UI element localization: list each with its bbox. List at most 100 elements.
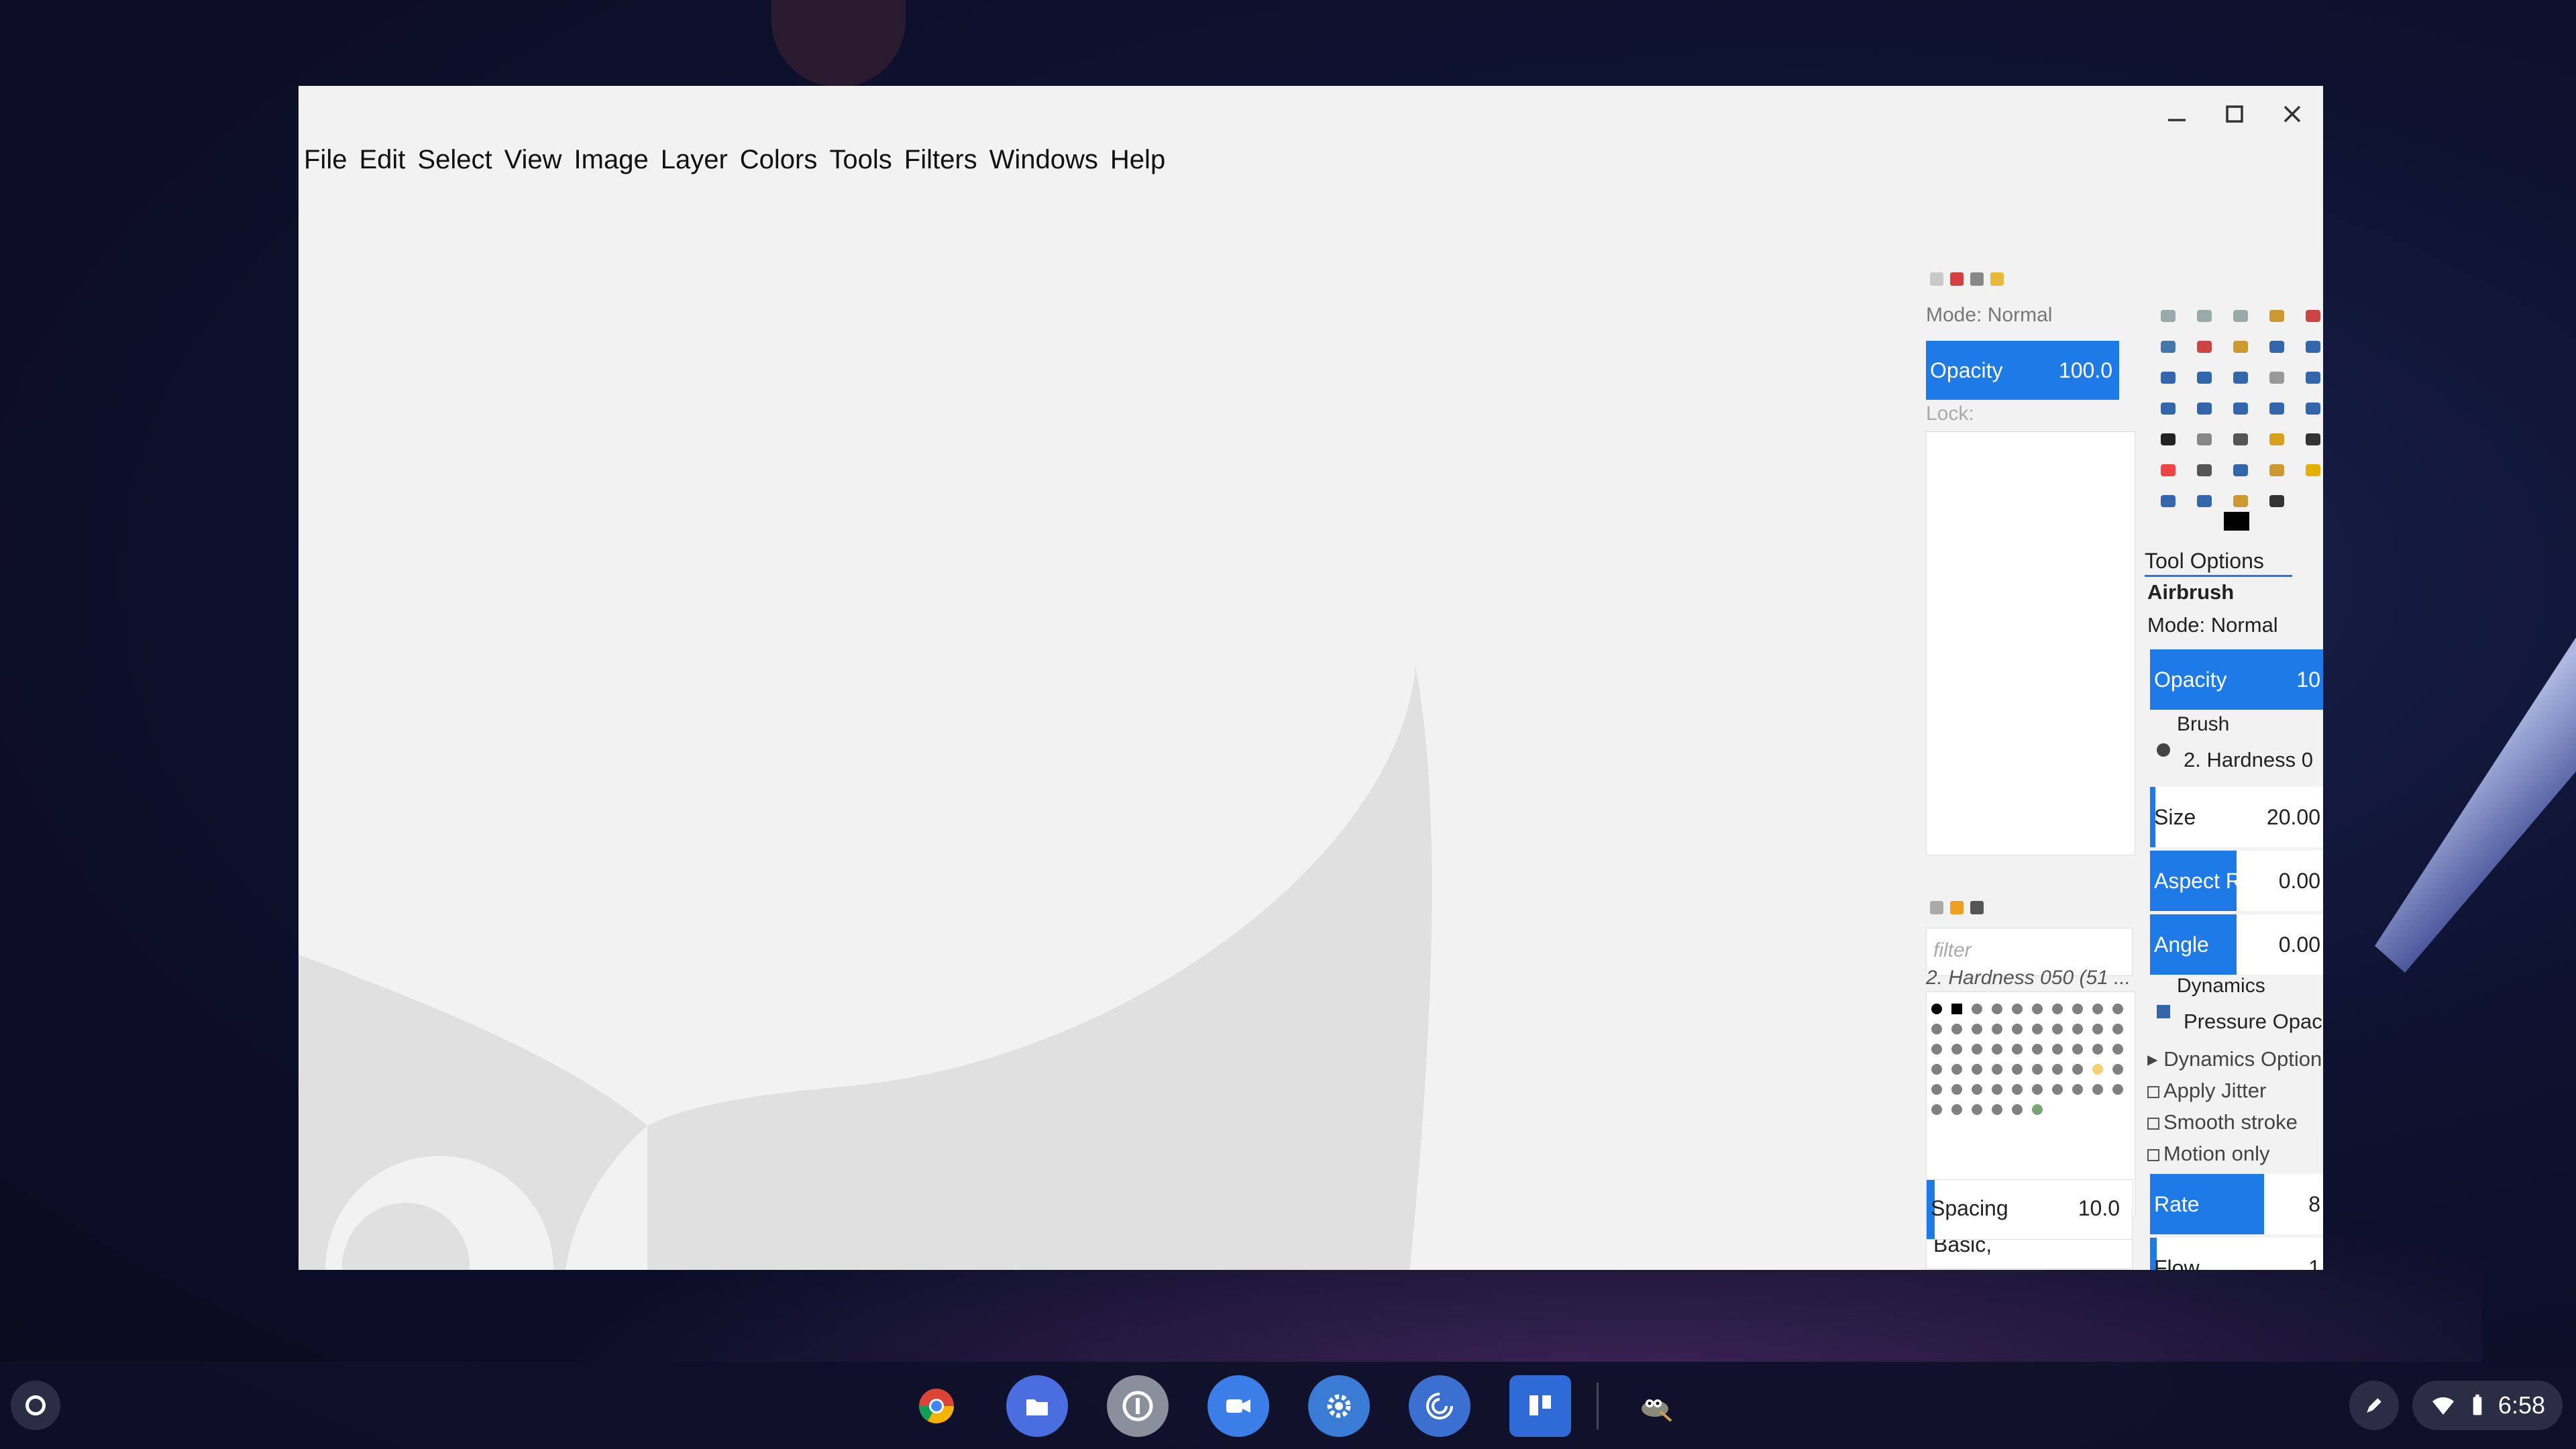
- spacing-label: Spacing: [1931, 1196, 2008, 1220]
- pen-icon: [2367, 1398, 2381, 1413]
- brushes-tabs: [1930, 901, 1984, 914]
- spiral-app[interactable]: [1409, 1375, 1470, 1437]
- rate-slider[interactable]: Rate 8: [2150, 1174, 2323, 1234]
- brush-thumbnails[interactable]: [1927, 999, 2128, 1160]
- maximize-icon: [2226, 105, 2243, 123]
- gimp-icon: [1642, 1399, 1672, 1422]
- tool-opacity-label: Opacity: [2154, 667, 2227, 692]
- apply-jitter-label: Apply Jitter: [2163, 1079, 2267, 1102]
- minimize-icon: [2168, 119, 2186, 121]
- tool-name: Airbrush: [2147, 580, 2235, 604]
- toolbox-grid: [2151, 301, 2323, 517]
- system-tray-button[interactable]: 6:58: [2412, 1381, 2563, 1430]
- tool-options-tab-label: Tool Options: [2145, 549, 2264, 573]
- angle-slider[interactable]: Angle 0.00: [2150, 914, 2323, 975]
- layer-opacity-slider[interactable]: Opacity 100.0: [1926, 341, 2119, 400]
- 1password-icon: [1122, 1391, 1153, 1421]
- wallpaper-ribbon: [2375, 637, 2576, 973]
- dynamics-value[interactable]: Pressure Opac: [2184, 1010, 2322, 1034]
- launcher-button[interactable]: [11, 1381, 60, 1430]
- size-value: 20.00: [2266, 804, 2320, 829]
- minimize-button[interactable]: [2159, 97, 2194, 131]
- brush-label: Brush: [2177, 713, 2230, 735]
- menu-edit[interactable]: Edit: [359, 145, 405, 175]
- flow-label: Flow: [2154, 1255, 2200, 1271]
- menu-bar: File Edit Select View Image Layer Colors…: [304, 145, 1165, 175]
- flow-value: 1: [2308, 1255, 2320, 1271]
- size-slider[interactable]: Size 20.00: [2150, 787, 2323, 847]
- brush-value[interactable]: 2. Hardness 0: [2184, 748, 2313, 772]
- layers-tab-icon[interactable]: [1930, 272, 1943, 286]
- chrome-app[interactable]: [906, 1375, 967, 1437]
- smooth-stroke-checkbox[interactable]: Smooth stroke: [2147, 1110, 2298, 1134]
- files-app[interactable]: [1006, 1375, 1068, 1437]
- spacing-slider[interactable]: Spacing 10.0: [1926, 1179, 2133, 1240]
- app-icon: [1426, 1393, 1453, 1419]
- brushes-tab-icon[interactable]: [1930, 901, 1943, 914]
- gimp-app[interactable]: [1624, 1375, 1686, 1437]
- menu-view[interactable]: View: [504, 145, 562, 175]
- motion-only-checkbox[interactable]: Motion only: [2147, 1142, 2270, 1166]
- dynamics-icon[interactable]: [2157, 1005, 2170, 1018]
- brush-preview-icon[interactable]: [2157, 743, 2170, 757]
- tool-opacity-slider[interactable]: Opacity 10: [2150, 649, 2323, 710]
- aspect-ratio-slider[interactable]: Aspect R.. 0.00: [2150, 851, 2323, 911]
- tool-mode-label: Mode:: [2147, 613, 2206, 637]
- aspect-label: Aspect R..: [2154, 868, 2253, 893]
- close-button[interactable]: [2275, 97, 2310, 131]
- layers-list[interactable]: [1926, 431, 2135, 855]
- maximize-button[interactable]: [2217, 97, 2252, 131]
- trello-app[interactable]: [1509, 1375, 1571, 1437]
- chrome-icon: [919, 1389, 954, 1424]
- launcher-icon: [25, 1395, 46, 1415]
- spacing-value: 10.0: [2078, 1196, 2120, 1220]
- layer-mode-value[interactable]: Normal: [1988, 304, 2053, 326]
- flow-slider[interactable]: Flow 1: [2150, 1238, 2323, 1270]
- trello-icon: [1529, 1395, 1551, 1415]
- dynamics-label: Dynamics: [2177, 975, 2265, 997]
- files-icon: [1026, 1399, 1048, 1415]
- dynamics-options-expander[interactable]: ▸ Dynamics Option: [2147, 1047, 2322, 1071]
- aspect-value: 0.00: [2278, 868, 2320, 893]
- menu-filters[interactable]: Filters: [904, 145, 977, 175]
- tool-mode[interactable]: Mode: Normal: [2147, 613, 2278, 637]
- zoom-app[interactable]: [1208, 1375, 1269, 1437]
- layer-opacity-value: 100.0: [2058, 358, 2112, 382]
- clock: 6:58: [2498, 1391, 2545, 1419]
- image-canvas[interactable]: [299, 186, 1922, 1270]
- rate-value: 8: [2308, 1191, 2320, 1216]
- settings-app[interactable]: [1308, 1375, 1370, 1437]
- tool-mode-value: Normal: [2210, 613, 2278, 637]
- menu-file[interactable]: File: [304, 145, 347, 175]
- settings-icon: [1327, 1394, 1351, 1418]
- menu-colors[interactable]: Colors: [740, 145, 818, 175]
- channels-tab-icon[interactable]: [1950, 272, 1964, 286]
- status-tray: 6:58: [2349, 1381, 2563, 1430]
- battery-icon: [2473, 1394, 2482, 1415]
- menu-windows[interactable]: Windows: [989, 145, 1098, 175]
- menu-layer[interactable]: Layer: [661, 145, 728, 175]
- motion-only-label: Motion only: [2163, 1142, 2270, 1165]
- 1password-app[interactable]: [1107, 1375, 1169, 1437]
- paths-tab-icon[interactable]: [1970, 272, 1984, 286]
- lock-label: Lock:: [1926, 402, 1974, 425]
- zoom-icon: [1226, 1399, 1250, 1413]
- foreground-color-swatch[interactable]: [2224, 512, 2249, 531]
- window-controls: [2159, 97, 2310, 131]
- menu-help[interactable]: Help: [1110, 145, 1165, 175]
- apply-jitter-checkbox[interactable]: Apply Jitter: [2147, 1079, 2266, 1103]
- gradients-tab-icon[interactable]: [1970, 901, 1984, 914]
- stylus-button[interactable]: [2349, 1381, 2399, 1430]
- wifi-icon: [2432, 1397, 2454, 1415]
- chromeos-shelf: 6:58: [0, 1362, 2576, 1449]
- menu-tools[interactable]: Tools: [829, 145, 892, 175]
- patterns-tab-icon[interactable]: [1950, 901, 1964, 914]
- angle-value: 0.00: [2278, 932, 2320, 957]
- menu-image[interactable]: Image: [574, 145, 649, 175]
- layer-mode-label: Mode:: [1926, 304, 1982, 326]
- undo-tab-icon[interactable]: [1990, 272, 2004, 286]
- angle-label: Angle: [2154, 932, 2209, 957]
- rate-label: Rate: [2154, 1191, 2200, 1216]
- tool-options-tab[interactable]: Tool Options: [2145, 549, 2292, 577]
- menu-select[interactable]: Select: [417, 145, 492, 175]
